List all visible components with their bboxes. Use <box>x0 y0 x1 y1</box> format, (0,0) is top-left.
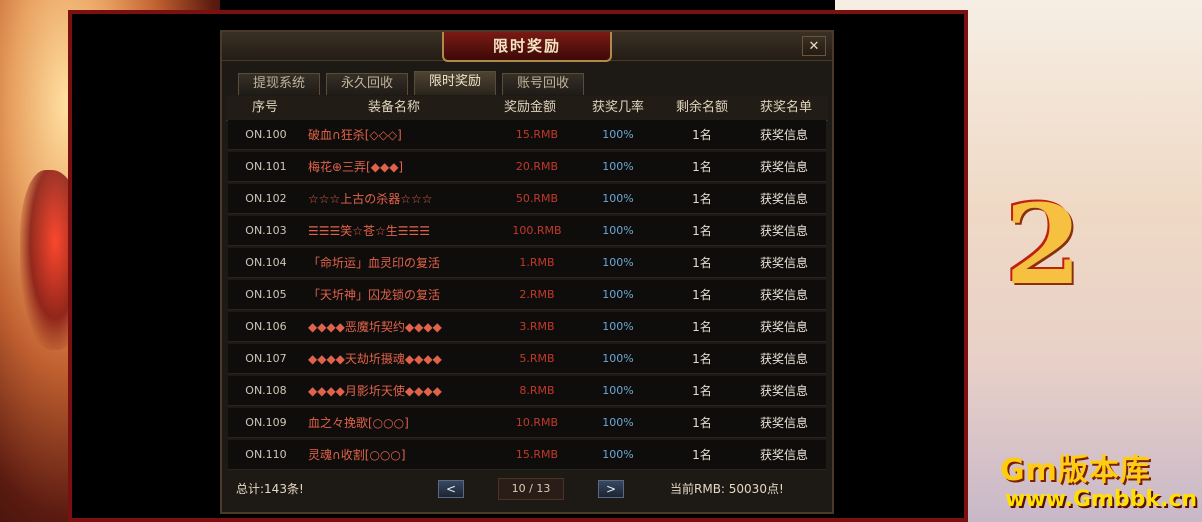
table-row: ON.107 ◆◆◆◆天劫圻摄魂◆◆◆◆ 5.RMB 100% 1名 获奖信息 <box>228 344 826 374</box>
row-rate: 100% <box>602 352 634 365</box>
row-winner-info-link[interactable]: 获奖信息 <box>742 184 826 214</box>
dialog-title: 限时奖励 <box>442 32 612 62</box>
row-no: ON.108 <box>245 384 287 397</box>
row-remaining: 1名 <box>692 192 712 206</box>
row-no: ON.104 <box>245 256 287 269</box>
row-remaining: 1名 <box>692 352 712 366</box>
row-rate: 100% <box>602 128 634 141</box>
row-winner-info-link[interactable]: 获奖信息 <box>742 408 826 438</box>
page-indicator: 10 / 13 <box>498 478 564 500</box>
tab-limited-reward[interactable]: 限时奖励 <box>414 71 496 95</box>
table-row: ON.100 破血∩狂杀[◇◇◇] 15.RMB 100% 1名 获奖信息 <box>228 120 826 150</box>
tab-permanent-recycle[interactable]: 永久回收 <box>326 73 408 95</box>
row-rate: 100% <box>602 224 634 237</box>
row-item-name: 灵魂∩收割[○○○] <box>308 448 406 462</box>
row-no: ON.101 <box>245 160 287 173</box>
row-item-name: 「天圻神」囚龙锁の复活 <box>308 288 441 302</box>
row-remaining: 1名 <box>692 448 712 462</box>
row-item-name: 破血∩狂杀[◇◇◇] <box>308 128 402 142</box>
dialog-footer: 总计:143条! < 10 / 13 > 当前RMB: 50030点! <box>222 472 832 512</box>
table-row: ON.105 「天圻神」囚龙锁の复活 2.RMB 100% 1名 获奖信息 <box>228 280 826 310</box>
row-remaining: 1名 <box>692 128 712 142</box>
row-item-name: ◆◆◆◆恶魔圻契约◆◆◆◆ <box>308 320 442 334</box>
header-winners: 获奖名单 <box>759 100 812 115</box>
game-logo-art: 2 <box>1005 180 1082 309</box>
row-remaining: 1名 <box>692 384 712 398</box>
tab-account-recycle[interactable]: 账号回收 <box>502 73 584 95</box>
row-no: ON.105 <box>245 288 287 301</box>
row-remaining: 1名 <box>692 288 712 302</box>
row-rate: 100% <box>602 416 634 429</box>
table-row: ON.108 ◆◆◆◆月影圻天使◆◆◆◆ 8.RMB 100% 1名 获奖信息 <box>228 376 826 406</box>
table-row: ON.110 灵魂∩收割[○○○] 15.RMB 100% 1名 获奖信息 <box>228 440 826 470</box>
row-no: ON.100 <box>245 128 287 141</box>
current-rmb: 当前RMB: 50030点! <box>670 482 784 496</box>
row-remaining: 1名 <box>692 256 712 270</box>
header-no: 序号 <box>251 100 278 115</box>
table-row: ON.103 ☰☰☰笑☆苍☆生☰☰☰ 100.RMB 100% 1名 获奖信息 <box>228 216 826 246</box>
row-winner-info-link[interactable]: 获奖信息 <box>742 312 826 342</box>
row-rate: 100% <box>602 256 634 269</box>
row-rate: 100% <box>602 448 634 461</box>
row-winner-info-link[interactable]: 获奖信息 <box>742 216 826 246</box>
header-remaining: 剩余名额 <box>675 100 728 115</box>
row-no: ON.103 <box>245 224 287 237</box>
prev-page-button[interactable]: < <box>438 480 464 498</box>
row-item-name: ◆◆◆◆天劫圻摄魂◆◆◆◆ <box>308 352 442 366</box>
row-no: ON.110 <box>245 448 287 461</box>
row-winner-info-link[interactable]: 获奖信息 <box>742 280 826 310</box>
row-remaining: 1名 <box>692 416 712 430</box>
header-item-name: 装备名称 <box>367 100 420 115</box>
row-item-name: ◆◆◆◆月影圻天使◆◆◆◆ <box>308 384 442 398</box>
row-winner-info-link[interactable]: 获奖信息 <box>742 120 826 150</box>
row-winner-info-link[interactable]: 获奖信息 <box>742 376 826 406</box>
table-row: ON.104 「命圻运」血灵印の复活 1.RMB 100% 1名 获奖信息 <box>228 248 826 278</box>
row-winner-info-link[interactable]: 获奖信息 <box>742 440 826 470</box>
watermark-url: www.Gmbbk.cn <box>1005 487 1198 512</box>
row-rate: 100% <box>602 320 634 333</box>
row-rate: 100% <box>602 384 634 397</box>
row-winner-info-link[interactable]: 获奖信息 <box>742 344 826 374</box>
table-row: ON.101 梅花⊕三弄[◆◆◆] 20.RMB 100% 1名 获奖信息 <box>228 152 826 182</box>
total-count: 总计:143条! <box>236 482 304 496</box>
row-no: ON.102 <box>245 192 287 205</box>
close-button[interactable]: ✕ <box>802 36 826 56</box>
row-item-name: ☰☰☰笑☆苍☆生☰☰☰ <box>308 224 431 238</box>
row-no: ON.109 <box>245 416 287 429</box>
table-row: ON.106 ◆◆◆◆恶魔圻契约◆◆◆◆ 3.RMB 100% 1名 获奖信息 <box>228 312 826 342</box>
table-row: ON.109 血之々挽歌[○○○] 10.RMB 100% 1名 获奖信息 <box>228 408 826 438</box>
header-amount: 奖励金额 <box>503 100 556 115</box>
row-remaining: 1名 <box>692 160 712 174</box>
table-header: 序号 装备名称 奖励金额 获奖几率 剩余名额 获奖名单 <box>226 96 828 121</box>
row-item-name: ☆☆☆上古の杀器☆☆☆ <box>308 192 433 206</box>
watermark-brand: Gm版本库 <box>1000 453 1151 488</box>
row-item-name: 梅花⊕三弄[◆◆◆] <box>308 160 404 174</box>
next-page-button[interactable]: > <box>598 480 624 498</box>
row-rate: 100% <box>602 192 634 205</box>
row-remaining: 1名 <box>692 320 712 334</box>
row-winner-info-link[interactable]: 获奖信息 <box>742 152 826 182</box>
row-item-name: 「命圻运」血灵印の复活 <box>308 256 441 270</box>
tab-withdraw[interactable]: 提现系统 <box>238 73 320 95</box>
table-row: ON.102 ☆☆☆上古の杀器☆☆☆ 50.RMB 100% 1名 获奖信息 <box>228 184 826 214</box>
row-rate: 100% <box>602 288 634 301</box>
row-rate: 100% <box>602 160 634 173</box>
row-no: ON.107 <box>245 352 287 365</box>
row-no: ON.106 <box>245 320 287 333</box>
row-remaining: 1名 <box>692 224 712 238</box>
reward-dialog: 限时奖励 ✕ 提现系统 永久回收 限时奖励 账号回收 序号 装备名称 奖励金额 … <box>220 30 834 514</box>
row-winner-info-link[interactable]: 获奖信息 <box>742 248 826 278</box>
header-rate: 获奖几率 <box>591 100 644 115</box>
row-item-name: 血之々挽歌[○○○] <box>308 416 409 430</box>
